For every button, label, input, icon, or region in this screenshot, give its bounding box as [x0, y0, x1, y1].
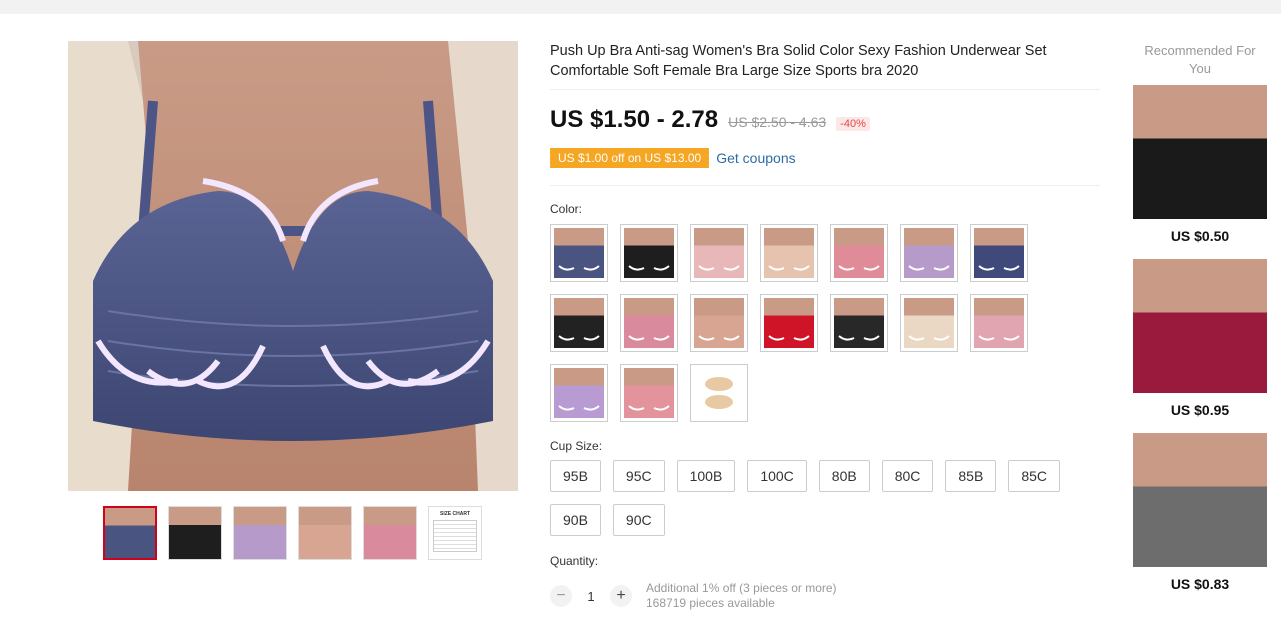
recommended-image-3[interactable] — [1133, 433, 1267, 567]
color-swatch-nude[interactable] — [690, 294, 748, 352]
discount-badge: -40% — [836, 117, 870, 131]
bulk-offer-text: Additional 1% off (3 pieces or more) — [646, 581, 837, 595]
swatch-image — [554, 228, 604, 278]
thumbnail-2-fill — [169, 507, 221, 559]
swatch-image — [764, 298, 814, 348]
color-swatch-black-3[interactable] — [830, 294, 888, 352]
color-swatch-black-2[interactable] — [550, 294, 608, 352]
swatch-image — [974, 298, 1024, 348]
color-swatch-navy-2[interactable] — [970, 224, 1028, 282]
recommended-image-1[interactable] — [1133, 85, 1267, 219]
color-swatch-lavender[interactable] — [900, 224, 958, 282]
swatch-image — [694, 228, 744, 278]
recommended-price-1: US $0.50 — [1170, 228, 1230, 244]
color-swatch-blush[interactable] — [970, 294, 1028, 352]
thumbnail-1[interactable] — [103, 506, 157, 560]
recommended-item-3[interactable]: US $0.83 — [1133, 433, 1267, 592]
size-chart-table — [433, 520, 477, 552]
cup-size-option-80c[interactable]: 80C — [881, 460, 934, 492]
product-title: Push Up Bra Anti-sag Women's Bra Solid C… — [550, 43, 1047, 79]
coupon-badge: US $1.00 off on US $13.00 — [547, 148, 710, 168]
divider-coupon — [550, 185, 1100, 186]
color-swatch-nipple-cover[interactable] — [690, 364, 748, 422]
quantity-minus-button[interactable]: − — [550, 585, 572, 607]
swatch-image — [904, 228, 954, 278]
color-swatches — [550, 224, 1040, 422]
color-label: Color: — [550, 202, 583, 216]
price-row: US $1.50 - 2.78 US $2.50 - 4.63 -40% — [550, 106, 870, 134]
swatch-image — [974, 228, 1024, 278]
cup-size-option-100b[interactable]: 100B — [676, 460, 736, 492]
recommended-image-2[interactable] — [1133, 259, 1267, 393]
swatch-image — [624, 368, 674, 418]
coupon-row: US $1.00 off on US $13.00 Get coupons — [547, 148, 796, 168]
cup-size-option-90c[interactable]: 90C — [612, 504, 665, 536]
color-swatch-beige[interactable] — [760, 224, 818, 282]
recommended-title: Recommended For You — [1144, 43, 1256, 76]
color-swatch-black[interactable] — [620, 224, 678, 282]
recommended-item-1[interactable]: US $0.50 — [1133, 85, 1267, 244]
cup-size-option-95b[interactable]: 95B — [550, 460, 601, 492]
thumbnail-4[interactable] — [298, 506, 352, 560]
thumbnail-5-fill — [364, 507, 416, 559]
recommended-price-2: US $0.95 — [1170, 402, 1230, 418]
cup-size-label: Cup Size: — [550, 439, 603, 453]
quantity-value[interactable]: 1 — [580, 589, 602, 604]
cup-size-options: 95B 95C 100B 100C 80B 80C 85B 85C 90B 90C — [550, 460, 1070, 536]
quantity-label: Quantity: — [550, 554, 599, 568]
recommended-price-3: US $0.83 — [1170, 576, 1230, 592]
get-coupons-link[interactable]: Get coupons — [716, 150, 795, 166]
thumbnail-3[interactable] — [233, 506, 287, 560]
color-swatch-pink[interactable] — [830, 224, 888, 282]
thumbnail-5[interactable] — [363, 506, 417, 560]
thumbnail-2[interactable] — [168, 506, 222, 560]
cup-size-option-95c[interactable]: 95C — [612, 460, 665, 492]
color-swatch-purple[interactable] — [550, 364, 608, 422]
swatch-image — [554, 368, 604, 418]
color-swatch-cream[interactable] — [900, 294, 958, 352]
bra-illustration — [68, 41, 518, 491]
swatch-image — [694, 298, 744, 348]
swatch-image — [834, 298, 884, 348]
swatch-image — [764, 228, 814, 278]
color-swatch-red[interactable] — [760, 294, 818, 352]
swatch-image — [554, 298, 604, 348]
swatch-image — [904, 298, 954, 348]
cup-size-option-100c[interactable]: 100C — [747, 460, 807, 492]
original-price: US $2.50 - 4.63 — [728, 114, 827, 130]
swatch-image — [834, 228, 884, 278]
stock-available-text: 168719 pieces available — [646, 596, 775, 610]
cup-size-option-80b[interactable]: 80B — [818, 460, 870, 492]
swatch-image — [624, 228, 674, 278]
thumbnail-4-fill — [299, 507, 351, 559]
thumbnail-size-chart[interactable]: SIZE CHART — [428, 506, 482, 560]
divider-top — [550, 89, 1100, 90]
thumbnail-3-fill — [234, 507, 286, 559]
swatch-image — [694, 368, 744, 418]
quantity-stepper: − 1 + Additional 1% off (3 pieces or mor… — [550, 581, 837, 611]
thumbnail-strip: SIZE CHART — [103, 506, 482, 560]
swatch-image — [624, 298, 674, 348]
color-swatch-salmon[interactable] — [620, 364, 678, 422]
recommended-item-2[interactable]: US $0.95 — [1133, 259, 1267, 418]
thumbnail-1-fill — [105, 508, 155, 558]
current-price: US $1.50 - 2.78 — [550, 106, 719, 133]
top-bar — [0, 0, 1281, 14]
size-chart-label: SIZE CHART — [440, 511, 470, 517]
color-swatch-rose[interactable] — [620, 294, 678, 352]
cup-size-option-90b[interactable]: 90B — [550, 504, 601, 536]
main-product-image[interactable] — [68, 41, 518, 491]
color-swatch-navy[interactable] — [550, 224, 608, 282]
cup-size-option-85b[interactable]: 85B — [945, 460, 997, 492]
quantity-plus-button[interactable]: + — [610, 585, 632, 607]
cup-size-option-85c[interactable]: 85C — [1008, 460, 1060, 492]
color-swatch-light-pink[interactable] — [690, 224, 748, 282]
quantity-info: Additional 1% off (3 pieces or more) 168… — [646, 581, 837, 611]
